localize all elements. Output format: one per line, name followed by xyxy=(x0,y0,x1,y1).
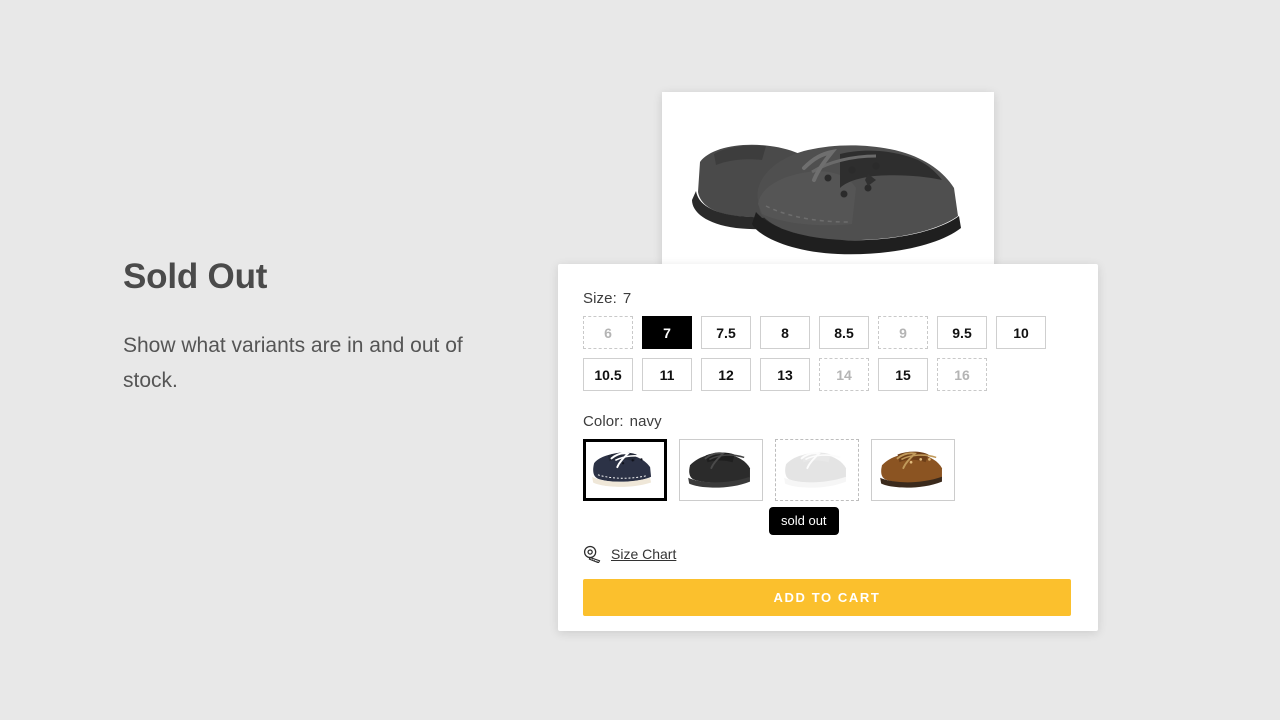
color-swatch-black[interactable] xyxy=(679,439,763,501)
size-button-9-5[interactable]: 9.5 xyxy=(937,316,987,349)
measuring-tape-icon xyxy=(583,545,602,563)
product-options-card: Size: 7 6 7 7.5 8 8.5 9 9.5 10 10.5 11 12… xyxy=(558,264,1098,631)
size-label-row: Size: 7 xyxy=(583,290,1073,307)
shoe-thumbnail-black-icon xyxy=(682,442,760,498)
page-root: Sold Out Show what variants are in and o… xyxy=(0,0,1280,720)
size-button-16[interactable]: 16 xyxy=(937,358,987,391)
size-selected-value: 7 xyxy=(623,290,631,307)
shoe-thumbnail-brown-icon xyxy=(874,442,952,498)
marketing-copy: Sold Out Show what variants are in and o… xyxy=(123,258,503,399)
size-button-11[interactable]: 11 xyxy=(642,358,692,391)
size-option-group: Size: 7 6 7 7.5 8 8.5 9 9.5 10 10.5 11 12… xyxy=(583,290,1073,391)
size-button-9[interactable]: 9 xyxy=(878,316,928,349)
color-label: Color: xyxy=(583,413,624,430)
size-button-14[interactable]: 14 xyxy=(819,358,869,391)
size-button-10-5[interactable]: 10.5 xyxy=(583,358,633,391)
color-swatch-row: sold out xyxy=(583,439,1073,501)
shoe-thumbnail-white-icon xyxy=(778,442,856,498)
color-selected-value: navy xyxy=(630,413,662,430)
size-button-15[interactable]: 15 xyxy=(878,358,928,391)
product-photo-boat-shoes-icon xyxy=(662,92,994,276)
size-chart-row[interactable]: Size Chart xyxy=(583,545,1073,563)
color-swatch-navy[interactable] xyxy=(583,439,667,501)
size-button-8[interactable]: 8 xyxy=(760,316,810,349)
shoe-thumbnail-navy-icon xyxy=(586,442,664,498)
size-button-10[interactable]: 10 xyxy=(996,316,1046,349)
size-grid: 6 7 7.5 8 8.5 9 9.5 10 10.5 11 12 13 14 … xyxy=(583,316,1053,391)
size-button-6[interactable]: 6 xyxy=(583,316,633,349)
size-label: Size: xyxy=(583,290,617,307)
size-button-7-5[interactable]: 7.5 xyxy=(701,316,751,349)
size-button-8-5[interactable]: 8.5 xyxy=(819,316,869,349)
product-hero-image xyxy=(662,92,994,276)
page-title: Sold Out xyxy=(123,258,503,297)
add-to-cart-button[interactable]: ADD TO CART xyxy=(583,579,1071,616)
size-button-7[interactable]: 7 xyxy=(642,316,692,349)
page-subtitle: Show what variants are in and out of sto… xyxy=(123,328,503,399)
sold-out-tooltip: sold out xyxy=(769,507,839,535)
color-label-row: Color: navy xyxy=(583,413,1073,430)
color-swatch-brown[interactable] xyxy=(871,439,955,501)
size-button-13[interactable]: 13 xyxy=(760,358,810,391)
color-swatch-white[interactable] xyxy=(775,439,859,501)
color-option-group: Color: navy xyxy=(583,413,1073,501)
size-chart-link[interactable]: Size Chart xyxy=(611,546,676,562)
size-button-12[interactable]: 12 xyxy=(701,358,751,391)
